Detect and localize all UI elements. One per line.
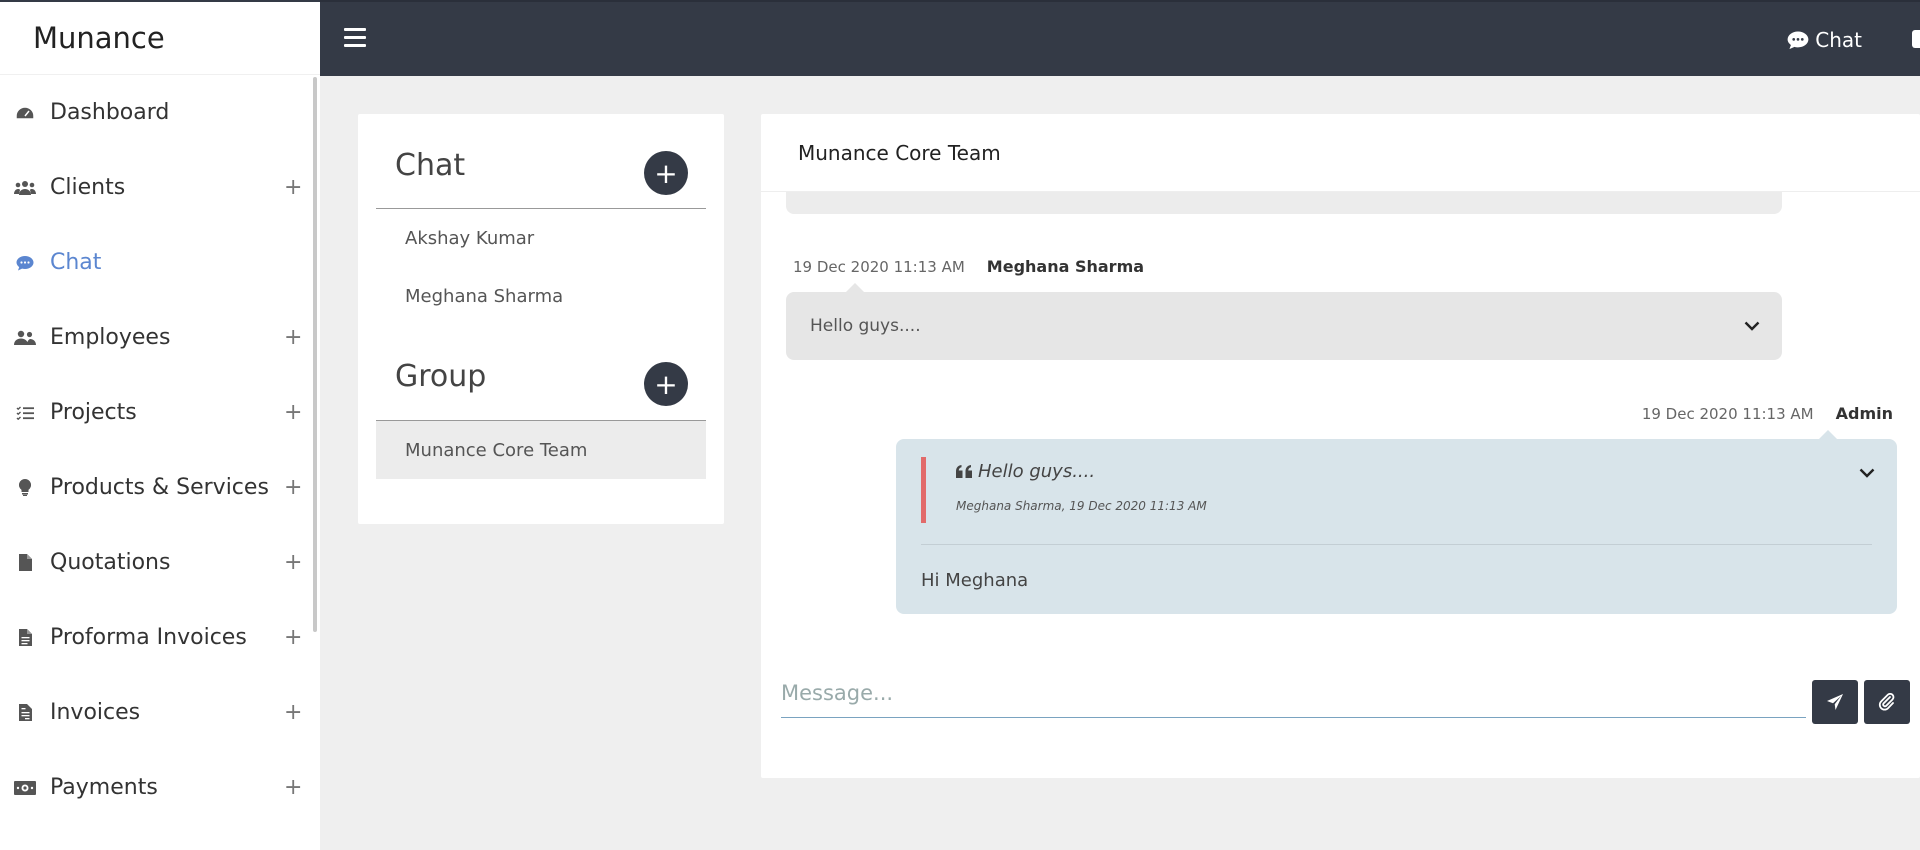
chat-section-header: Chat +: [376, 114, 706, 209]
dashboard-icon: [14, 102, 36, 124]
paperclip-icon: [1878, 693, 1895, 711]
expand-plus-icon[interactable]: +: [284, 625, 302, 650]
chevron-down-icon[interactable]: [1744, 316, 1760, 336]
sidebar-item-label: Products & Services: [50, 475, 269, 500]
sidebar-item-label: Proforma Invoices: [50, 625, 247, 650]
attach-button[interactable]: [1864, 680, 1910, 724]
sidebar-item-label: Dashboard: [50, 100, 170, 125]
expand-plus-icon[interactable]: +: [284, 325, 302, 350]
sidebar-item-invoices[interactable]: Invoices +: [0, 675, 320, 750]
users-icon: [14, 177, 36, 199]
employees-icon: [14, 327, 36, 349]
chevron-down-icon[interactable]: [1859, 463, 1875, 482]
chat-section-title: Chat: [395, 148, 466, 183]
topbar-chat-label: Chat: [1815, 28, 1862, 52]
sidebar-item-products-services[interactable]: Products & Services +: [0, 450, 320, 525]
outgoing-message-bubble: Hello guys.... Meghana Sharma, 19 Dec 20…: [896, 430, 1897, 614]
group-section-header: Group +: [376, 325, 706, 421]
brand-logo[interactable]: Munance: [0, 2, 320, 75]
message-text: Hi Meghana: [921, 570, 1029, 591]
add-group-button[interactable]: +: [644, 362, 688, 406]
chat-bubble-icon: [1787, 31, 1809, 50]
sidebar-item-label: Quotations: [50, 550, 171, 575]
incoming-message-meta: 19 Dec 2020 11:13 AM Meghana Sharma: [793, 257, 1144, 276]
conversation-title: Munance Core Team: [761, 114, 1920, 192]
send-icon: [1827, 694, 1843, 710]
contact-item-akshay-kumar[interactable]: Akshay Kumar: [376, 209, 706, 267]
sidebar-item-payments[interactable]: Payments +: [0, 750, 320, 825]
sidebar-item-label: Projects: [50, 400, 137, 425]
incoming-message-bubble: Hello guys....: [786, 283, 1782, 360]
sidebar-item-label: Payments: [50, 775, 158, 800]
list-icon: [14, 402, 36, 424]
message-input[interactable]: [781, 668, 1806, 718]
group-item-munance-core-team[interactable]: Munance Core Team: [376, 421, 706, 479]
sidebar-scrollbar[interactable]: [313, 77, 317, 632]
expand-plus-icon[interactable]: +: [284, 475, 302, 500]
expand-plus-icon[interactable]: +: [284, 775, 302, 800]
message-timestamp: 19 Dec 2020 11:13 AM: [793, 258, 965, 276]
quoted-message: Hello guys....: [956, 461, 1095, 482]
conversation-panel: Munance Core Team 19 Dec 2020 11:13 AM Me…: [761, 114, 1920, 778]
money-icon: [14, 777, 36, 799]
quote-accent-bar: [921, 457, 926, 523]
lightbulb-icon: [14, 477, 36, 499]
topbar-overflow-icon[interactable]: [1912, 30, 1920, 48]
chat-bubble-icon: [14, 252, 36, 274]
sidebar-item-label: Clients: [50, 175, 126, 200]
file-icon: [14, 552, 36, 574]
message-sender: Meghana Sharma: [986, 257, 1145, 276]
topbar-chat-link[interactable]: Chat: [1787, 28, 1862, 52]
quoted-message-meta: Meghana Sharma, 19 Dec 2020 11:13 AM: [956, 499, 1207, 513]
sidebar-item-quotations[interactable]: Quotations +: [0, 525, 320, 600]
sidebar-item-proforma-invoices[interactable]: Proforma Invoices +: [0, 600, 320, 675]
sidebar-item-dashboard[interactable]: Dashboard: [0, 75, 320, 150]
group-section-title: Group: [395, 359, 487, 394]
sidebar-item-label: Invoices: [50, 700, 141, 725]
invoice-icon: [14, 702, 36, 724]
contact-item-meghana-sharma[interactable]: Meghana Sharma: [376, 267, 706, 325]
expand-plus-icon[interactable]: +: [284, 550, 302, 575]
sidebar-item-chat[interactable]: Chat: [0, 225, 320, 300]
previous-message-bubble: [786, 192, 1782, 214]
sidebar: Munance Dashboard Clients + Chat Employe…: [0, 0, 320, 850]
outgoing-message-meta: 19 Dec 2020 11:13 AM Admin: [1642, 404, 1893, 423]
quote-icon: [956, 465, 972, 478]
top-navbar: Chat: [320, 0, 1920, 76]
quoted-message-text: Hello guys....: [978, 461, 1096, 482]
send-button[interactable]: [1812, 680, 1858, 724]
message-sender: Admin: [1835, 404, 1893, 423]
expand-plus-icon[interactable]: +: [284, 700, 302, 725]
chat-list-panel: Chat + Akshay Kumar Meghana Sharma Group…: [358, 114, 724, 524]
quote-divider: [921, 544, 1872, 545]
sidebar-item-label: Employees: [50, 325, 171, 350]
message-text: Hello guys....: [810, 316, 921, 336]
sidebar-item-employees[interactable]: Employees +: [0, 300, 320, 375]
file-text-icon: [14, 627, 36, 649]
hamburger-menu-icon[interactable]: [344, 28, 366, 48]
add-chat-button[interactable]: +: [644, 151, 688, 195]
expand-plus-icon[interactable]: +: [284, 400, 302, 425]
sidebar-nav: Dashboard Clients + Chat Employees + Pro…: [0, 75, 320, 825]
expand-plus-icon[interactable]: +: [284, 175, 302, 200]
sidebar-item-label: Chat: [50, 250, 102, 275]
sidebar-item-projects[interactable]: Projects +: [0, 375, 320, 450]
message-timestamp: 19 Dec 2020 11:13 AM: [1641, 405, 1814, 423]
sidebar-item-clients[interactable]: Clients +: [0, 150, 320, 225]
